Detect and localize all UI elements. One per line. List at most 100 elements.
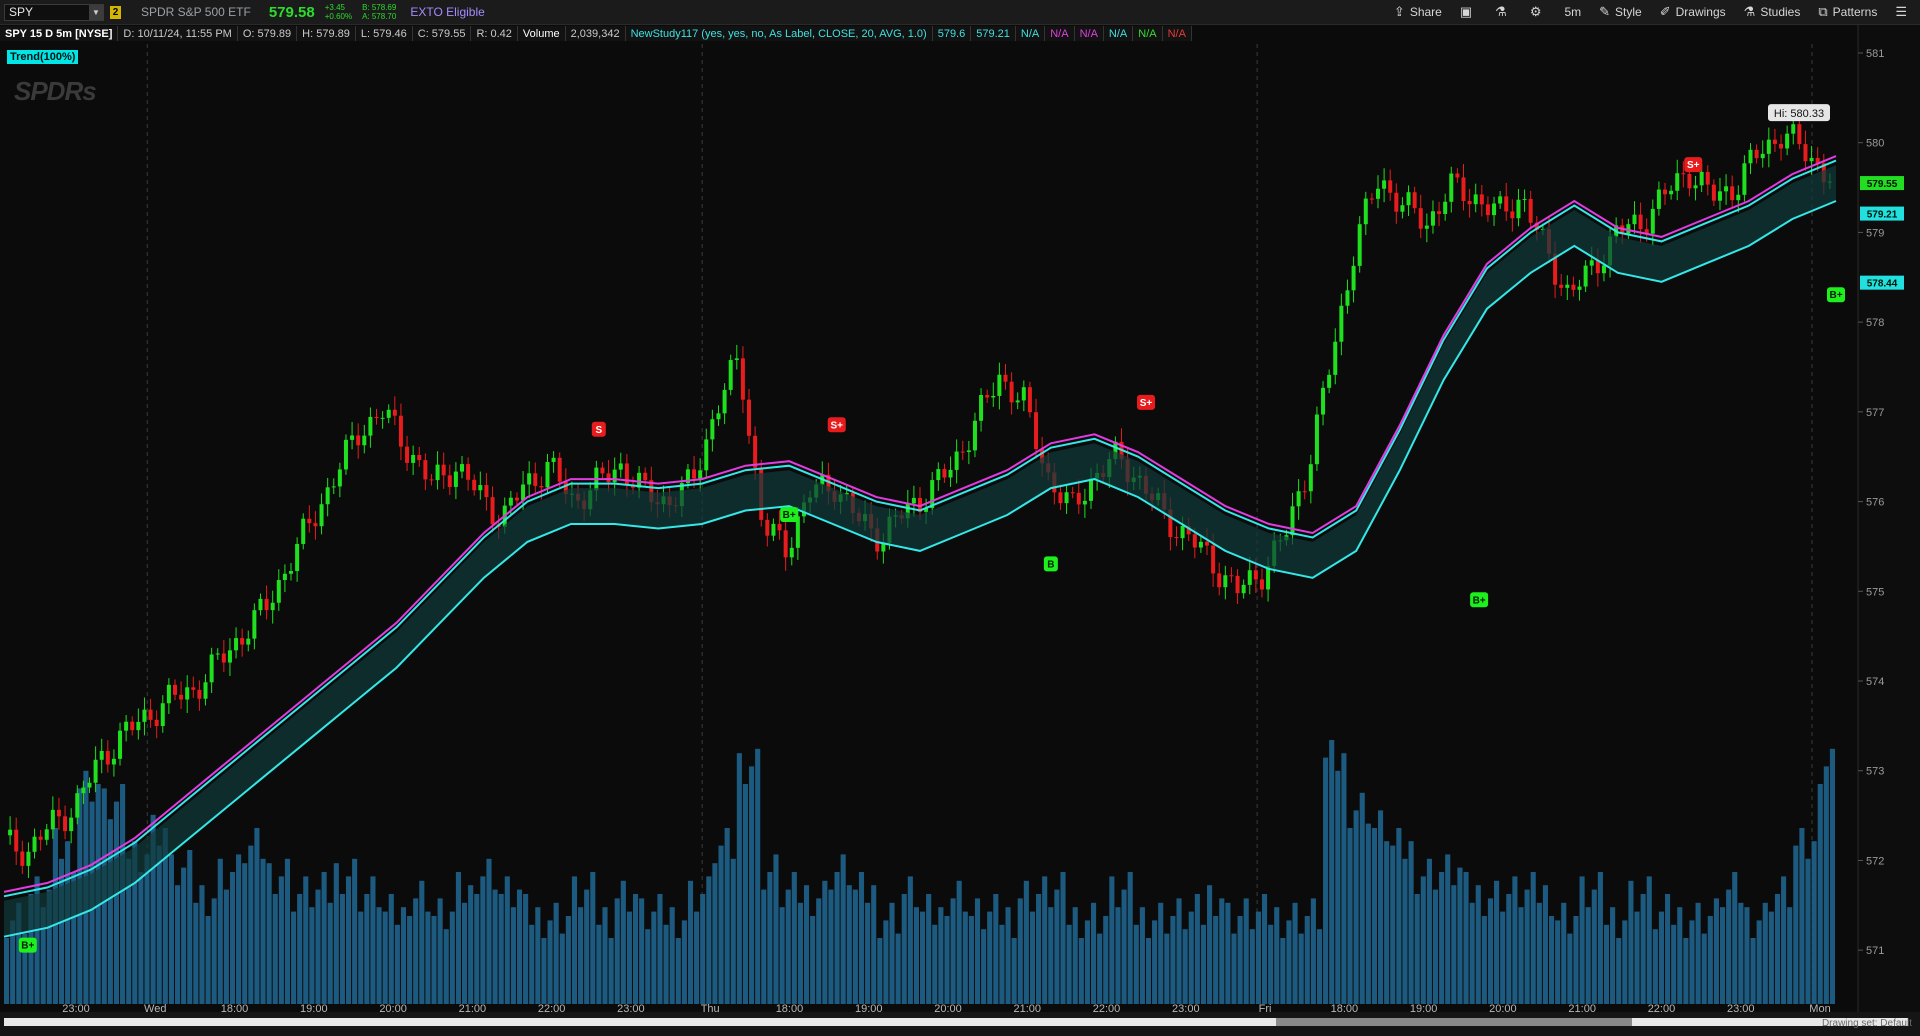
volume-bar: [205, 916, 211, 1004]
candle-body: [276, 579, 281, 603]
volume-bar: [675, 938, 681, 1004]
signal-label: B+: [783, 510, 796, 521]
volume-bar: [657, 894, 663, 1004]
symbol-selector[interactable]: SPY ▼: [4, 3, 104, 21]
volume-bar: [541, 938, 547, 1004]
candle-body: [221, 653, 226, 663]
symbol-text: SPY: [9, 5, 34, 19]
study-na-3: N/A: [1074, 26, 1104, 41]
candle-body: [991, 395, 996, 398]
volume-bar: [529, 924, 535, 1004]
studies-button[interactable]: ⚗ Studies: [1744, 4, 1801, 20]
volume-bar: [248, 845, 254, 1004]
bid-price: B: 578.69: [362, 3, 397, 12]
volume-bar: [938, 907, 944, 1004]
candle-body: [1791, 124, 1796, 134]
patterns-button[interactable]: ⧉ Patterns: [1818, 4, 1877, 20]
flask-button[interactable]: ⚗: [1495, 4, 1512, 20]
study-name[interactable]: NewStudy117 (yes, yes, no, As Label, CLO…: [625, 26, 933, 41]
candle-body: [698, 470, 703, 479]
settings-button[interactable]: ⚙: [1530, 4, 1547, 20]
volume-bar: [1774, 894, 1781, 1004]
volume-bar: [987, 911, 993, 1004]
volume-bar: [700, 894, 706, 1004]
volume-bar: [1732, 872, 1738, 1004]
share-label: Share: [1409, 5, 1442, 19]
volume-bar: [993, 894, 999, 1004]
interval-button[interactable]: 5m: [1564, 5, 1581, 19]
candle-body: [356, 435, 361, 446]
candle-body: [350, 435, 355, 440]
volume-bar: [858, 872, 865, 1004]
volume-bar: [516, 889, 523, 1004]
volume-bar: [779, 907, 785, 1004]
menu-button[interactable]: ☰: [1895, 4, 1912, 20]
candle-body: [704, 439, 709, 471]
candle-body: [1308, 464, 1313, 492]
candle-body: [1485, 204, 1490, 216]
candle-body: [1589, 260, 1594, 266]
study-na-6: N/A: [1162, 26, 1192, 41]
chevron-down-icon[interactable]: ▼: [89, 4, 103, 20]
candle-body: [1455, 173, 1460, 178]
link-badge[interactable]: 2: [110, 5, 121, 19]
study-value-1: 579.6: [932, 26, 972, 41]
volume-bar: [1292, 902, 1298, 1004]
candle-body: [1192, 534, 1197, 548]
patterns-label: Patterns: [1832, 5, 1878, 19]
volume-bar: [1060, 872, 1066, 1004]
candle-body: [1406, 192, 1411, 206]
volume-bar: [742, 784, 749, 1004]
candle-body: [1742, 163, 1747, 195]
volume-bar: [223, 889, 229, 1004]
drawings-button[interactable]: ✐ Drawings: [1660, 4, 1726, 20]
candle-body: [295, 543, 300, 572]
candle-body: [1211, 545, 1216, 574]
share-icon: ⇪: [1393, 4, 1405, 19]
menu-icon: ☰: [1895, 4, 1907, 19]
volume-bar: [639, 898, 645, 1004]
candle-body: [1785, 133, 1790, 149]
volume-bar: [950, 898, 956, 1004]
volume-bar: [345, 876, 352, 1004]
volume-bar: [1445, 854, 1451, 1004]
candle-body: [911, 497, 916, 504]
scrollbar-thumb[interactable]: [1276, 1018, 1632, 1026]
candle-body: [936, 469, 941, 481]
candle-body: [1003, 374, 1008, 382]
volume-bar: [1799, 828, 1805, 1004]
candle-body: [1522, 198, 1527, 200]
drawings-label: Drawings: [1675, 5, 1726, 19]
volume-bar: [1713, 898, 1719, 1004]
candle-body: [1088, 478, 1093, 501]
volume-bar: [1188, 911, 1194, 1004]
price-chart[interactable]: 57157257357457557657757857958058123:00 We…: [0, 0, 1920, 1036]
exto-eligible[interactable]: EXTO Eligible: [410, 5, 484, 19]
drawing-set-label: Drawing set: Default: [1821, 1018, 1912, 1029]
volume-bar: [65, 841, 71, 1004]
volume-bar: [626, 911, 632, 1004]
volume-bar: [291, 911, 297, 1004]
candle-body: [539, 485, 544, 488]
candle-body: [1021, 387, 1026, 401]
volume-bar: [352, 858, 358, 1004]
volume-bar: [217, 858, 223, 1004]
snapshot-button[interactable]: ▣: [1460, 4, 1477, 20]
style-button[interactable]: ✎ Style: [1599, 4, 1642, 20]
candle-body: [252, 610, 257, 639]
candle-body: [1339, 305, 1344, 342]
candle-body: [453, 471, 458, 487]
volume-bar: [1640, 894, 1646, 1004]
candle-body: [1577, 286, 1582, 290]
candle-body: [1663, 189, 1668, 195]
volume-bar: [1378, 810, 1384, 1004]
volume-bar: [1249, 929, 1255, 1004]
volume-bar: [895, 933, 901, 1004]
share-button[interactable]: ⇪ Share: [1394, 4, 1442, 20]
candle-body: [1449, 173, 1454, 202]
candle-body: [551, 457, 556, 463]
volume-bar: [1567, 933, 1573, 1004]
volume-bar: [1823, 766, 1829, 1004]
volume-bar: [1817, 784, 1823, 1004]
last-price: 579.58: [268, 3, 315, 21]
